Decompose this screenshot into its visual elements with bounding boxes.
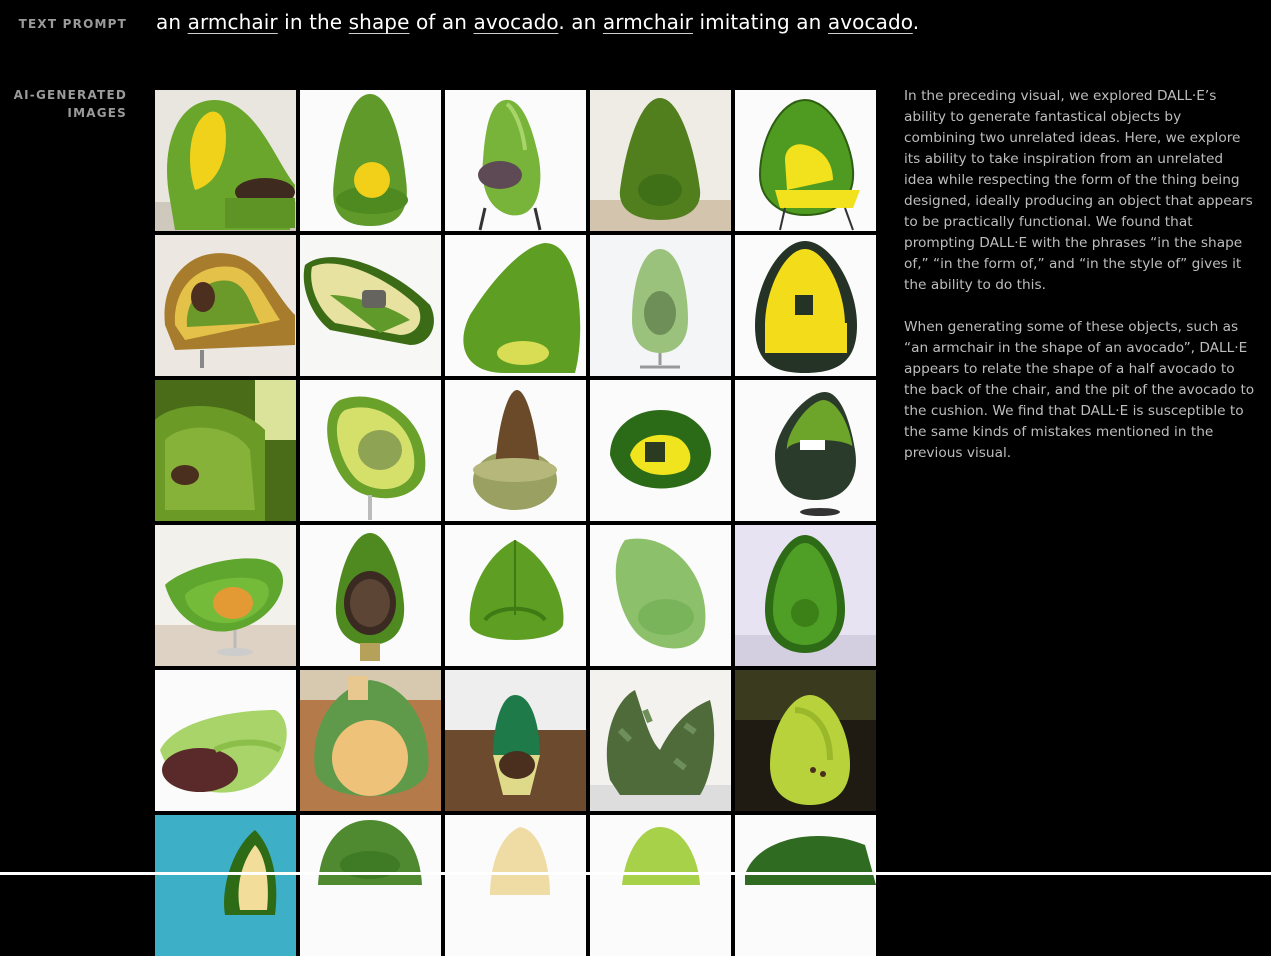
prompt-text: an	[156, 10, 188, 34]
description-paragraph-1: In the preceding visual, we explored DAL…	[904, 88, 1253, 293]
prompt-option-armchair-2[interactable]: armchair	[603, 10, 693, 34]
generated-image-2[interactable]	[300, 90, 441, 231]
generated-image-3[interactable]	[445, 90, 586, 231]
prompt-text: .	[912, 10, 920, 34]
generated-image-14[interactable]	[590, 380, 731, 521]
generated-image-11[interactable]	[155, 380, 296, 521]
prompt-option-avocado-2[interactable]: avocado	[828, 10, 913, 34]
ai-generated-images-label: AI-GENERATED IMAGES	[13, 88, 127, 120]
prompt-text: . an	[558, 10, 603, 34]
prompt-text: imitating an	[693, 10, 828, 34]
generated-image-13[interactable]	[445, 380, 586, 521]
generated-image-1[interactable]	[155, 90, 296, 231]
generated-image-grid	[155, 90, 876, 956]
generated-image-6[interactable]	[155, 235, 296, 376]
generated-image-10[interactable]	[735, 235, 876, 376]
prompt-text: in the	[277, 10, 349, 34]
prompt-option-shape[interactable]: shape	[349, 10, 410, 34]
generated-image-8[interactable]	[445, 235, 586, 376]
generated-image-7[interactable]	[300, 235, 441, 376]
generated-image-16[interactable]	[155, 525, 296, 666]
text-prompt-label: TEXT PROMPT	[18, 17, 127, 31]
generated-image-26[interactable]	[155, 815, 296, 956]
description-paragraph-2: When generating some of these objects, s…	[904, 319, 1255, 461]
generated-image-9[interactable]	[590, 235, 731, 376]
generated-image-4[interactable]	[590, 90, 731, 231]
generated-image-20[interactable]	[735, 525, 876, 666]
generated-image-24[interactable]	[590, 670, 731, 811]
generated-image-29[interactable]	[590, 815, 731, 956]
generated-image-25[interactable]	[735, 670, 876, 811]
generated-image-23[interactable]	[445, 670, 586, 811]
generated-image-17[interactable]	[300, 525, 441, 666]
generated-image-30[interactable]	[735, 815, 876, 956]
generated-image-27[interactable]	[300, 815, 441, 956]
description: In the preceding visual, we explored DAL…	[904, 86, 1256, 485]
generated-image-28[interactable]	[445, 815, 586, 956]
generated-image-18[interactable]	[445, 525, 586, 666]
generated-image-22[interactable]	[300, 670, 441, 811]
generated-image-5[interactable]	[735, 90, 876, 231]
generated-image-21[interactable]	[155, 670, 296, 811]
prompt-option-avocado[interactable]: avocado	[474, 10, 559, 34]
generated-image-15[interactable]	[735, 380, 876, 521]
generated-image-19[interactable]	[590, 525, 731, 666]
prompt-option-armchair[interactable]: armchair	[188, 10, 278, 34]
text-prompt: an armchair in the shape of an avocado. …	[156, 8, 919, 36]
prompt-text: of an	[409, 10, 474, 34]
generated-image-12[interactable]	[300, 380, 441, 521]
